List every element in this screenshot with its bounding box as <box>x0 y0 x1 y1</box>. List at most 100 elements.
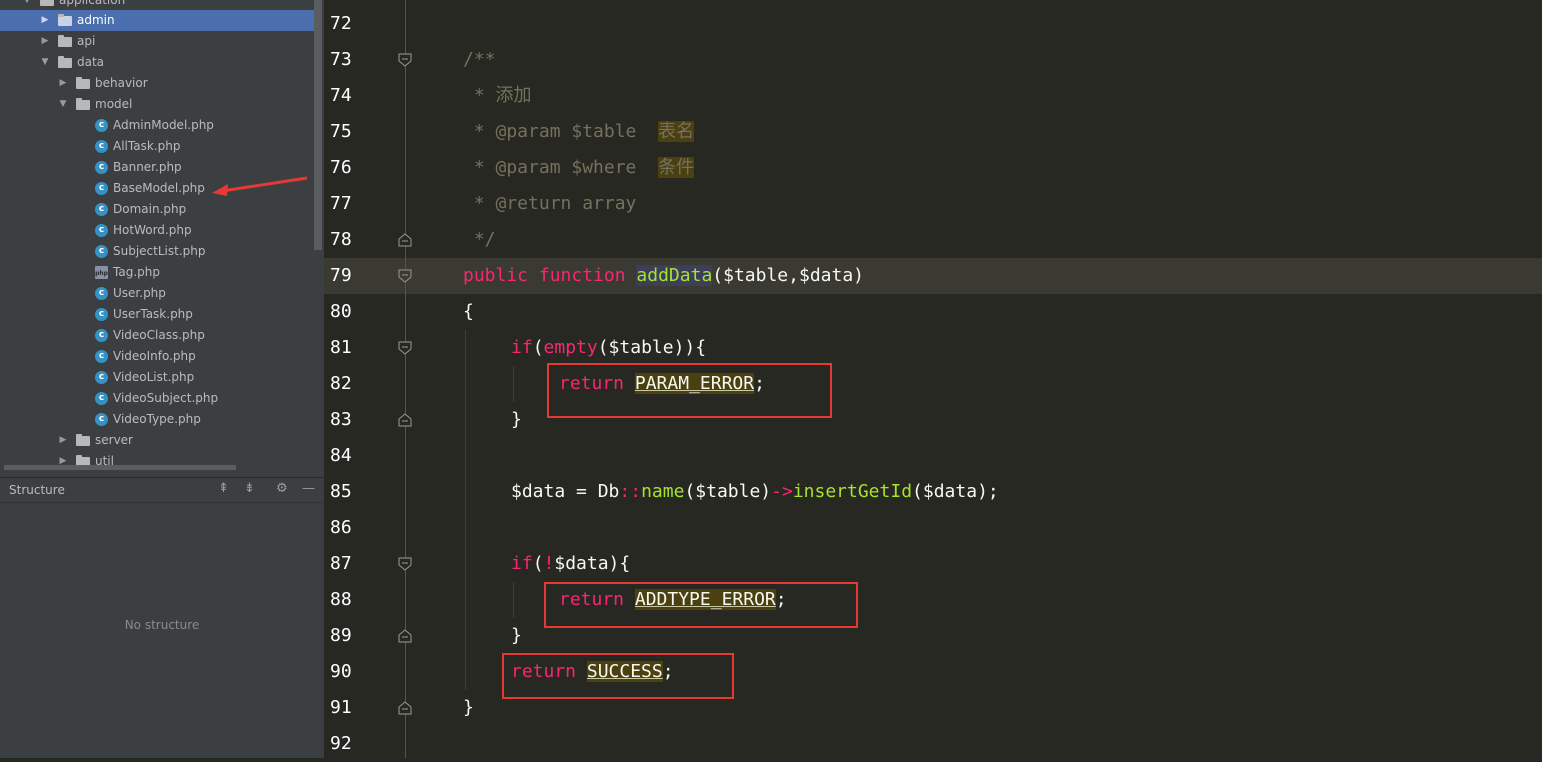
code-comment: * @return array <box>463 193 637 214</box>
tree-horizontal-scrollbar[interactable] <box>4 465 236 470</box>
line-number: 76 <box>330 157 352 178</box>
php-class-icon: c <box>95 161 108 174</box>
folder-icon <box>76 77 90 89</box>
tree-file-videolist[interactable]: c VideoList.php <box>0 367 314 388</box>
code-line-76: * @param $where 条件 <box>463 150 695 186</box>
fold-open-icon[interactable] <box>398 269 412 283</box>
tree-item-label: AllTask.php <box>113 139 181 153</box>
line-number: 78 <box>330 229 352 250</box>
code-text: } <box>511 409 522 430</box>
line-number: 77 <box>330 193 352 214</box>
tree-item-data[interactable]: ▼ data <box>0 52 314 73</box>
php-class-icon: c <box>95 413 108 426</box>
tree-item-server[interactable]: ▶ server <box>0 430 314 451</box>
code-line-73: /** <box>463 42 496 78</box>
folder-icon <box>76 98 90 110</box>
code-method: insertGetId <box>792 481 913 502</box>
minimize-icon[interactable]: — <box>302 481 315 496</box>
code-keyword: empty <box>543 337 598 358</box>
fold-end-icon[interactable] <box>398 233 412 247</box>
code-text: } <box>511 625 522 646</box>
code-comment-text: 表名 <box>658 121 695 142</box>
php-class-icon: c <box>95 119 108 132</box>
tree-file-domain[interactable]: c Domain.php <box>0 199 314 220</box>
red-box-annotation <box>502 653 734 699</box>
code-text: ( <box>532 553 544 574</box>
chevron-right-icon[interactable]: ▶ <box>58 73 68 94</box>
collapse-all-icon[interactable]: ⇟ <box>244 481 255 496</box>
red-box-annotation <box>544 582 858 628</box>
folder-icon <box>76 434 90 446</box>
line-number: 91 <box>330 697 352 718</box>
tree-file-adminmodel[interactable]: c AdminModel.php <box>0 115 314 136</box>
code-line-78: */ <box>463 222 496 258</box>
line-number: 83 <box>330 409 352 430</box>
tree-file-subjectlist[interactable]: c SubjectList.php <box>0 241 314 262</box>
code-text: { <box>463 301 474 322</box>
fold-end-icon[interactable] <box>398 413 412 427</box>
fold-end-icon[interactable] <box>398 701 412 715</box>
project-panel: ▼ application ▶ admin ▶ api ▼ data ▶ beh… <box>0 0 324 758</box>
tree-item-admin[interactable]: ▶ admin <box>0 10 314 31</box>
tree-file-user[interactable]: c User.php <box>0 283 314 304</box>
tree-item-label: User.php <box>113 286 166 300</box>
tree-file-videoinfo[interactable]: c VideoInfo.php <box>0 346 314 367</box>
code-text: ($table)){ <box>597 337 707 358</box>
line-number: 87 <box>330 553 352 574</box>
tree-file-hotword[interactable]: c HotWord.php <box>0 220 314 241</box>
fold-open-icon[interactable] <box>398 53 412 67</box>
chevron-right-icon[interactable]: ▶ <box>58 430 68 451</box>
tree-item-model[interactable]: ▼ model <box>0 94 314 115</box>
tree-item-label: api <box>77 34 96 48</box>
tree-vertical-scrollbar[interactable] <box>314 0 322 250</box>
chevron-down-icon[interactable]: ▼ <box>58 94 68 115</box>
code-keyword: if <box>511 337 533 358</box>
tree-file-alltask[interactable]: c AllTask.php <box>0 136 314 157</box>
tree-file-usertask[interactable]: c UserTask.php <box>0 304 314 325</box>
tree-item-label: model <box>95 97 133 111</box>
tree-file-videoclass[interactable]: c VideoClass.php <box>0 325 314 346</box>
code-comment: * <box>463 85 496 106</box>
line-number: 75 <box>330 121 352 142</box>
code-text: $data){ <box>554 553 631 574</box>
php-class-icon: c <box>95 308 108 321</box>
indent-guide <box>465 330 466 690</box>
code-editor[interactable]: 72 73 74 75 76 77 78 79 80 81 82 83 84 8… <box>324 0 1542 758</box>
gear-icon[interactable]: ⚙ <box>276 481 288 496</box>
code-line-75: * @param $table 表名 <box>463 114 695 150</box>
chevron-right-icon[interactable]: ▶ <box>40 31 50 52</box>
tree-item-api[interactable]: ▶ api <box>0 31 314 52</box>
tree-item-label: admin <box>77 13 115 27</box>
tree-file-videotype[interactable]: c VideoType.php <box>0 409 314 430</box>
structure-panel-title: Structure <box>9 483 65 497</box>
tree-item-label: data <box>77 55 105 69</box>
code-line-85: $data = Db::name($table)->insertGetId($d… <box>511 474 999 510</box>
structure-panel-header: Structure ⇞ ⇟ ⚙ — <box>0 477 324 503</box>
line-number: 85 <box>330 481 352 502</box>
fold-open-icon[interactable] <box>398 557 412 571</box>
php-class-icon: c <box>95 140 108 153</box>
line-number: 79 <box>330 265 352 286</box>
red-box-annotation <box>547 363 832 418</box>
chevron-right-icon[interactable]: ▶ <box>40 10 50 31</box>
code-line-83: } <box>511 402 522 438</box>
tree-item-behavior[interactable]: ▶ behavior <box>0 73 314 94</box>
tree-item-label: AdminModel.php <box>113 118 214 132</box>
red-arrow-annotation <box>212 176 308 196</box>
tree-file-tag[interactable]: php Tag.php <box>0 262 314 283</box>
tree-file-videosubject[interactable]: c VideoSubject.php <box>0 388 314 409</box>
tree-item-label: BaseModel.php <box>113 181 205 195</box>
expand-all-icon[interactable]: ⇞ <box>218 481 229 496</box>
tree-item-label: SubjectList.php <box>113 244 206 258</box>
chevron-down-icon[interactable]: ▼ <box>40 52 50 73</box>
fold-end-icon[interactable] <box>398 629 412 643</box>
code-keyword: if <box>511 553 533 574</box>
fold-open-icon[interactable] <box>398 341 412 355</box>
tree-item-label: behavior <box>95 76 148 90</box>
line-number: 84 <box>330 445 352 466</box>
tree-item-label: VideoType.php <box>113 412 201 426</box>
line-number: 72 <box>330 13 352 34</box>
code-comment: * @param $where <box>463 157 659 178</box>
tree-item-label: VideoList.php <box>113 370 195 384</box>
php-class-icon: c <box>95 329 108 342</box>
